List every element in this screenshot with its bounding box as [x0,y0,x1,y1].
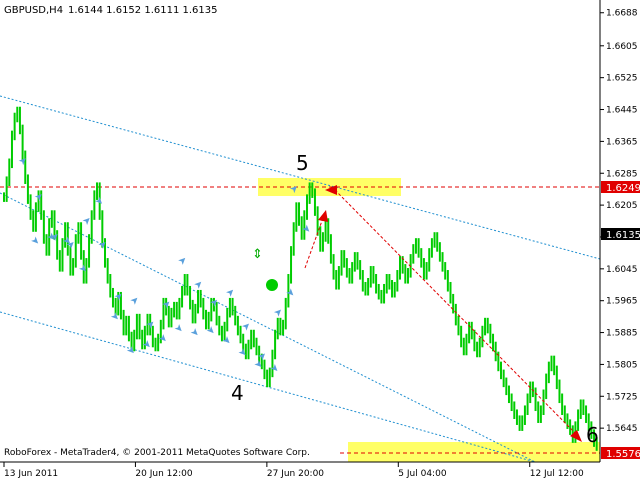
symbol-label: GBPUSD,H4 [4,5,63,16]
signal-arrow-icon: ⇕ [252,247,263,262]
resistance-tag-label: 1.6249 [606,183,640,194]
chart-area: ➤ ➤ ➤ ➤ ➤ ➤ ➤ ➤ ➤ ➤ ➤ ➤ ➤ ➤ ➤ ➤ ➤ ➤ ➤ ➤ ➤ ➤ ➤ ➤ ➤ ➤ ➤ ➤ ➤ ➤ ➤ ➤ ➤ ➤ ➤ ➤ ⇕ 5… [0,0,640,480]
target-tag-label: 1.5576 [606,449,640,460]
ohlc-label: 1.6144 1.6152 1.6111 1.6135 [68,5,218,16]
price-tick-label: 1.6285 [606,169,638,179]
current-price-label: 1.6135 [606,230,640,241]
price-tick-label: 1.5805 [606,360,638,370]
price-tick-label: 1.5885 [606,329,638,339]
time-tick-label: 12 Jul 12:00 [530,469,584,479]
time-tick-label: 20 Jun 12:00 [135,469,192,479]
time-tick-label: 13 Jun 2011 [4,469,58,479]
copyright-label: RoboForex - MetaTrader4, © 2001-2011 Met… [4,448,310,458]
price-tick-label: 1.5965 [606,297,638,307]
price-tick-label: 1.6365 [606,137,638,147]
price-tick-label: 1.6045 [606,265,638,275]
signal-circle [266,279,278,291]
wave-label-4: 4 [231,381,244,405]
price-tick-label: 1.6525 [606,74,638,84]
price-tick-label: 1.6205 [606,201,638,211]
wave-label-6: 6 [586,423,599,447]
price-tick-label: 1.6605 [606,42,638,52]
price-chart: ➤➤➤➤➤➤➤➤➤➤➤➤➤➤➤➤➤➤➤➤➤➤➤➤➤➤➤➤➤➤➤➤➤➤➤➤ ⇕ 5… [0,0,640,480]
wave-label-5: 5 [296,151,309,175]
price-tick-label: 1.6688 [606,9,638,19]
price-tick-label: 1.5645 [606,424,638,434]
time-tick-label: 5 Jul 04:00 [398,469,447,479]
time-tick-label: 27 Jun 20:00 [267,469,324,479]
price-tick-label: 1.5725 [606,392,638,402]
price-tick-label: 1.6445 [606,106,638,116]
